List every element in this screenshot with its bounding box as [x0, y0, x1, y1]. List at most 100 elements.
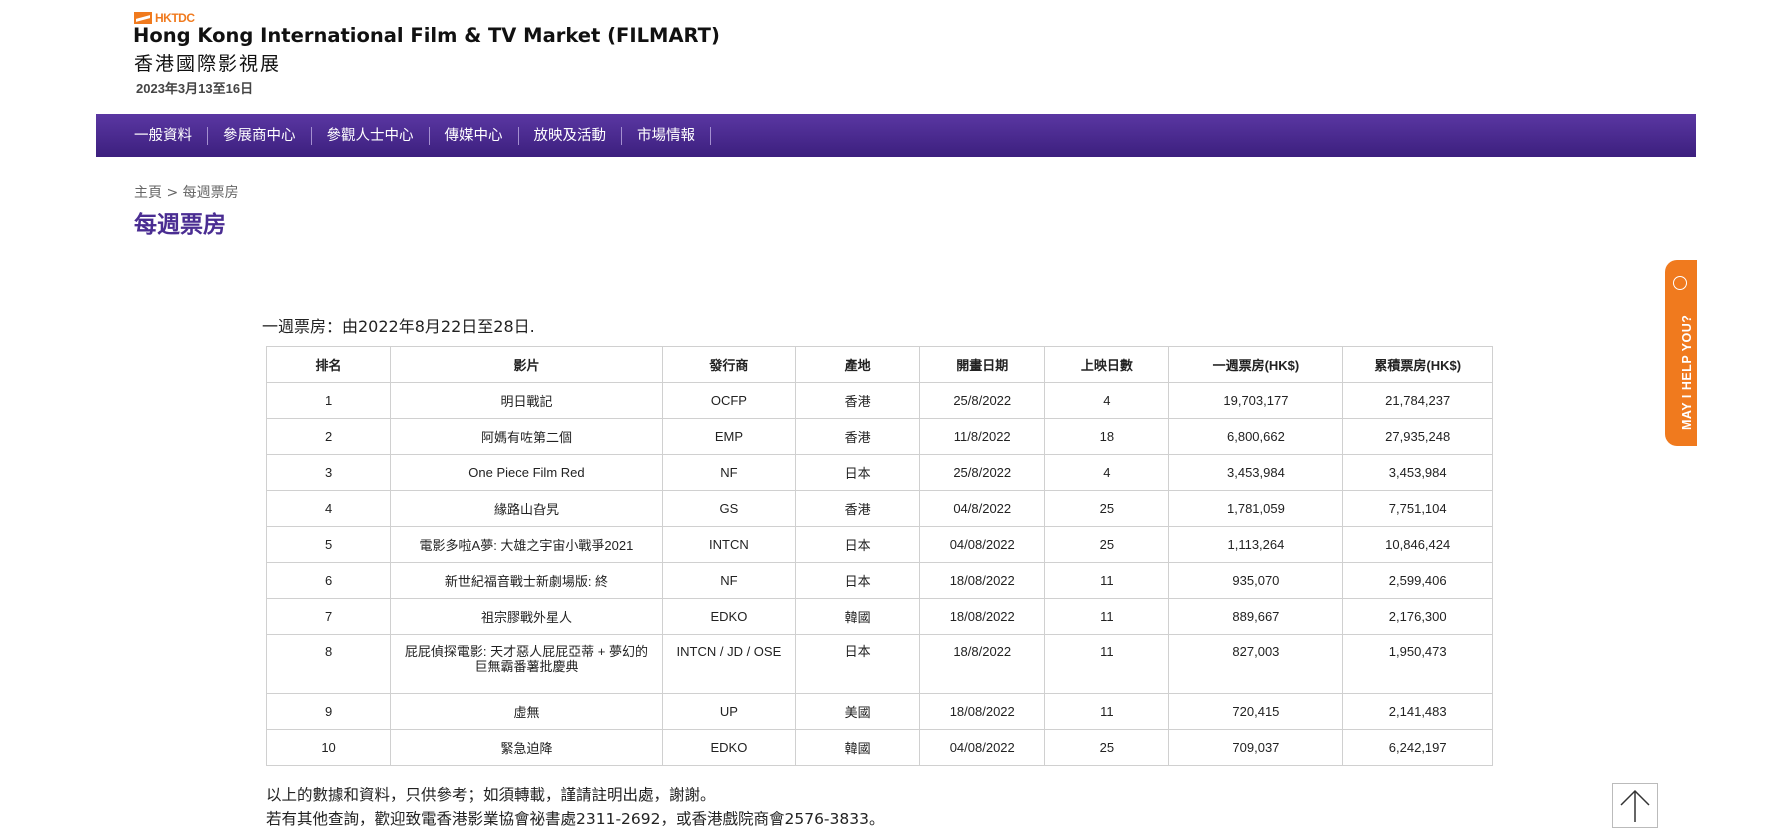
cell-weekly: 709,037 — [1168, 729, 1344, 766]
cell-days: 11 — [1044, 598, 1170, 635]
col-origin: 產地 — [795, 346, 921, 383]
cell-rank: 5 — [265, 526, 392, 563]
table-row: 4 緣路山旮旯 GS 香港 04/8/2022 25 1,781,059 7,7… — [265, 490, 1493, 527]
cell-days: 11 — [1044, 693, 1170, 730]
cell-cumulative: 27,935,248 — [1342, 418, 1493, 455]
cell-release-date: 18/08/2022 — [919, 693, 1046, 730]
cell-film: 阿媽有咗第二個 — [390, 418, 663, 455]
cell-release-date: 25/8/2022 — [919, 454, 1046, 491]
cell-distributor: EDKO — [661, 598, 797, 635]
cell-rank: 6 — [265, 562, 392, 599]
box-office-table: 排名 影片 發行商 產地 開畫日期 上映日數 一週票房(HK$) 累積票房(HK… — [265, 346, 1493, 766]
col-film: 影片 — [390, 346, 663, 383]
cell-distributor: INTCN / JD / OSE — [661, 634, 797, 694]
col-release-date: 開畫日期 — [919, 346, 1046, 383]
cell-release-date: 18/8/2022 — [919, 634, 1046, 694]
cell-rank: 3 — [265, 454, 392, 491]
cell-release-date: 18/08/2022 — [919, 562, 1046, 599]
cell-release-date: 04/8/2022 — [919, 490, 1046, 527]
back-to-top-button[interactable] — [1612, 783, 1658, 828]
page-title: 每週票房 — [134, 212, 226, 238]
cell-distributor: EMP — [661, 418, 797, 455]
cell-film: 緊急迫降 — [390, 729, 663, 766]
cell-cumulative: 2,599,406 — [1342, 562, 1493, 599]
arrow-up-icon — [1620, 789, 1650, 822]
cell-film: 緣路山旮旯 — [390, 490, 663, 527]
cell-film: 新世紀福音戰士新劇場版: 終 — [390, 562, 663, 599]
cell-days: 11 — [1044, 634, 1170, 694]
cell-origin: 香港 — [795, 418, 921, 455]
cell-cumulative: 3,453,984 — [1342, 454, 1493, 491]
cell-cumulative: 7,751,104 — [1342, 490, 1493, 527]
cell-film: 虛無 — [390, 693, 663, 730]
site-title-en: Hong Kong International Film & TV Market… — [133, 24, 720, 47]
cell-rank: 4 — [265, 490, 392, 527]
cell-weekly: 6,800,662 — [1168, 418, 1344, 455]
breadcrumb[interactable]: 主頁 > 每週票房 — [134, 182, 239, 202]
table-row: 7 祖宗膠戰外星人 EDKO 韓國 18/08/2022 11 889,667 … — [265, 598, 1493, 635]
disclaimer-note: 以上的數據和資料，只供參考；如須轉載，謹請註明出處，謝謝。 — [266, 786, 716, 804]
hktdc-logo-icon — [134, 12, 152, 24]
cell-rank: 9 — [265, 693, 392, 730]
cell-distributor: UP — [661, 693, 797, 730]
table-row: 9 虛無 UP 美國 18/08/2022 11 720,415 2,141,4… — [265, 693, 1493, 730]
nav-item-exhibitors[interactable]: 參展商中心 — [208, 126, 312, 145]
site-title-zh: 香港國際影視展 — [134, 53, 282, 75]
cell-distributor: INTCN — [661, 526, 797, 563]
cell-release-date: 11/8/2022 — [919, 418, 1046, 455]
nav-item-screenings-events[interactable]: 放映及活動 — [519, 126, 622, 145]
cell-cumulative: 2,176,300 — [1342, 598, 1493, 635]
cell-weekly: 935,070 — [1168, 562, 1344, 599]
table-row: 2 阿媽有咗第二個 EMP 香港 11/8/2022 18 6,800,662 … — [265, 418, 1493, 455]
cell-cumulative: 6,242,197 — [1342, 729, 1493, 766]
nav-item-visitors[interactable]: 參觀人士中心 — [312, 126, 430, 145]
cell-days: 25 — [1044, 490, 1170, 527]
table-row: 10 緊急迫降 EDKO 韓國 04/08/2022 25 709,037 6,… — [265, 729, 1493, 766]
cell-days: 25 — [1044, 526, 1170, 563]
cell-rank: 7 — [265, 598, 392, 635]
cell-origin: 香港 — [795, 382, 921, 419]
cell-rank: 10 — [265, 729, 392, 766]
hktdc-logo[interactable]: HKTDC — [134, 11, 195, 25]
table-row: 1 明日戰記 OCFP 香港 25/8/2022 4 19,703,177 21… — [265, 382, 1493, 419]
enquiry-note: 若有其他查詢，歡迎致電香港影業協會祕書處2311-2692，或香港戲院商會257… — [266, 810, 885, 828]
col-cumulative-gross: 累積票房(HK$) — [1342, 346, 1493, 383]
cell-weekly: 19,703,177 — [1168, 382, 1344, 419]
cell-release-date: 25/8/2022 — [919, 382, 1046, 419]
cell-rank: 8 — [265, 634, 392, 694]
col-weekly-gross: 一週票房(HK$) — [1168, 346, 1344, 383]
cell-distributor: NF — [661, 562, 797, 599]
cell-weekly: 3,453,984 — [1168, 454, 1344, 491]
cell-rank: 1 — [265, 382, 392, 419]
cell-film: One Piece Film Red — [390, 454, 663, 491]
cell-release-date: 04/08/2022 — [919, 526, 1046, 563]
cell-origin: 韓國 — [795, 729, 921, 766]
cell-origin: 日本 — [795, 634, 921, 694]
cell-origin: 日本 — [795, 454, 921, 491]
cell-origin: 日本 — [795, 526, 921, 563]
col-days-showing: 上映日數 — [1044, 346, 1170, 383]
table-row: 8 屁屁偵探電影: 天才惡人屁屁亞蒂 + 夢幻的巨無霸番薯批慶典 INTCN /… — [265, 634, 1493, 694]
cell-days: 18 — [1044, 418, 1170, 455]
cell-origin: 韓國 — [795, 598, 921, 635]
table-header-row: 排名 影片 發行商 產地 開畫日期 上映日數 一週票房(HK$) 累積票房(HK… — [265, 346, 1493, 383]
cell-origin: 香港 — [795, 490, 921, 527]
cell-weekly: 827,003 — [1168, 634, 1344, 694]
help-tab-label: MAY I HELP YOU? — [1680, 314, 1694, 430]
cell-film: 祖宗膠戰外星人 — [390, 598, 663, 635]
cell-rank: 2 — [265, 418, 392, 455]
cell-film: 屁屁偵探電影: 天才惡人屁屁亞蒂 + 夢幻的巨無霸番薯批慶典 — [390, 634, 663, 694]
cell-days: 4 — [1044, 382, 1170, 419]
nav-item-market-info[interactable]: 市場情報 — [622, 126, 711, 145]
cell-cumulative: 10,846,424 — [1342, 526, 1493, 563]
nav-item-general-info[interactable]: 一般資料 — [134, 126, 208, 145]
cell-distributor: GS — [661, 490, 797, 527]
cell-weekly: 720,415 — [1168, 693, 1344, 730]
table-row: 5 電影多啦A夢: 大雄之宇宙小戰爭2021 INTCN 日本 04/08/20… — [265, 526, 1493, 563]
nav-item-media[interactable]: 傳媒中心 — [430, 126, 519, 145]
cell-origin: 美國 — [795, 693, 921, 730]
cell-release-date: 04/08/2022 — [919, 729, 1046, 766]
main-nav: 一般資料 參展商中心 參觀人士中心 傳媒中心 放映及活動 市場情報 — [96, 114, 1696, 157]
box-office-period: 一週票房：由2022年8月22日至28日. — [262, 317, 535, 336]
cell-distributor: NF — [661, 454, 797, 491]
